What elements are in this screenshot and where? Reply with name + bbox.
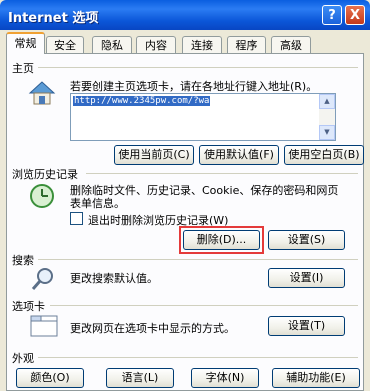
colors-button[interactable]: 颜色(O) [16,368,84,388]
delete-history-button[interactable]: 删除(D)... [183,230,260,250]
tabs-window-icon [30,315,58,337]
scroll-up-icon[interactable]: ▲ [319,94,335,109]
search-magnifier-icon [31,268,53,290]
use-current-button[interactable]: 使用当前页(C) [114,145,194,165]
scroll-down-icon[interactable]: ▼ [319,125,335,140]
tab-programs[interactable]: 程序 [227,36,266,53]
tab-strip: 常规 安全 隐私 内容 连接 程序 高级 [0,32,370,54]
internet-options-window: Internet 选项 ? X 常规 安全 隐私 内容 连接 程序 高级 主页 … [0,0,370,391]
tab-security[interactable]: 安全 [46,36,84,53]
history-description-line2: 表单信息。 [70,197,125,210]
home-description: 若要创建主页选项卡，请在各地址行键入地址(R)。 [70,80,318,93]
search-description: 更改搜索默认值。 [70,272,158,285]
appearance-divider [38,357,358,358]
appearance-section-label: 外观 [12,352,34,365]
window-title: Internet 选项 [8,11,99,26]
use-default-button[interactable]: 使用默认值(F) [199,145,279,165]
tab-general[interactable]: 常规 [6,32,45,54]
home-url-value: http://www.2345pw.com/?wa [73,96,211,106]
history-section-label: 浏览历史记录 [12,168,78,181]
search-divider [38,259,358,260]
search-settings-button[interactable]: 设置(I) [268,268,345,288]
tab-privacy[interactable]: 隐私 [92,36,132,53]
tab-connections[interactable]: 连接 [182,36,222,53]
history-settings-button[interactable]: 设置(S) [268,230,345,250]
close-button[interactable]: X [345,5,365,25]
accessibility-button[interactable]: 辅助功能(E) [272,368,360,388]
home-section-label: 主页 [12,62,34,75]
home-url-textbox[interactable]: http://www.2345pw.com/?wa ▲ ▼ [70,93,336,141]
use-blank-button[interactable]: 使用空白页(B) [284,145,364,165]
home-icon [28,81,56,105]
help-button[interactable]: ? [322,5,342,25]
delete-on-exit-checkbox[interactable] [70,212,83,225]
tab-advanced[interactable]: 高级 [271,36,311,53]
home-divider [38,67,358,68]
history-clock-icon [30,184,54,208]
tabs-description: 更改网页在选项卡中显示的方式。 [70,322,235,335]
tabs-section-label: 选项卡 [12,300,45,313]
languages-button[interactable]: 语言(L) [106,368,174,388]
tabs-settings-button[interactable]: 设置(T) [268,316,345,336]
title-bar[interactable]: Internet 选项 ? X [0,0,370,30]
fonts-button[interactable]: 字体(N) [191,368,259,388]
tab-content[interactable]: 内容 [136,36,176,53]
history-divider [86,173,358,174]
url-scrollbar[interactable]: ▲ ▼ [319,94,335,140]
tabs-divider [50,305,358,306]
